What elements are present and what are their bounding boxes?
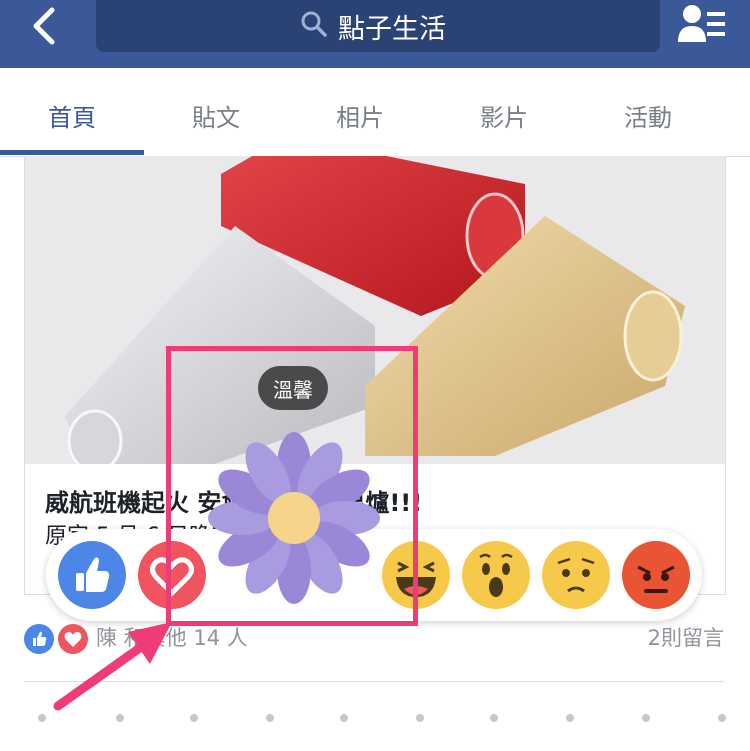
angry-reaction-icon[interactable] xyxy=(622,541,690,609)
tab-posts[interactable]: 貼文 xyxy=(192,98,240,133)
like-mini-icon xyxy=(24,624,54,654)
top-bar: 點子生活 xyxy=(0,0,750,68)
reactions-summary-row[interactable]: 陳 和其他 14 人 2則留言 xyxy=(24,620,724,660)
search-icon xyxy=(300,10,328,42)
highlight-box xyxy=(166,346,418,626)
tab-home[interactable]: 首頁 xyxy=(48,98,96,133)
active-tab-indicator xyxy=(0,150,144,155)
comments-count[interactable]: 2則留言 xyxy=(648,622,724,652)
search-bar[interactable]: 點子生活 xyxy=(96,0,660,52)
page-tabs: 首頁 貼文 相片 影片 活動 xyxy=(0,68,750,157)
wow-reaction-icon[interactable] xyxy=(462,541,530,609)
love-mini-icon xyxy=(58,624,88,654)
divider xyxy=(24,681,724,682)
profile-menu-icon[interactable] xyxy=(676,2,730,48)
sad-reaction-icon[interactable] xyxy=(542,541,610,609)
back-arrow-icon[interactable] xyxy=(22,4,66,48)
tab-photos[interactable]: 相片 xyxy=(336,98,384,133)
tab-events[interactable]: 活動 xyxy=(624,98,672,133)
loading-dots xyxy=(38,714,738,726)
like-reaction-icon[interactable] xyxy=(58,541,126,609)
tab-videos[interactable]: 影片 xyxy=(480,98,528,133)
reactions-names[interactable]: 陳 和其他 14 人 xyxy=(96,622,248,652)
search-text: 點子生活 xyxy=(338,13,446,45)
